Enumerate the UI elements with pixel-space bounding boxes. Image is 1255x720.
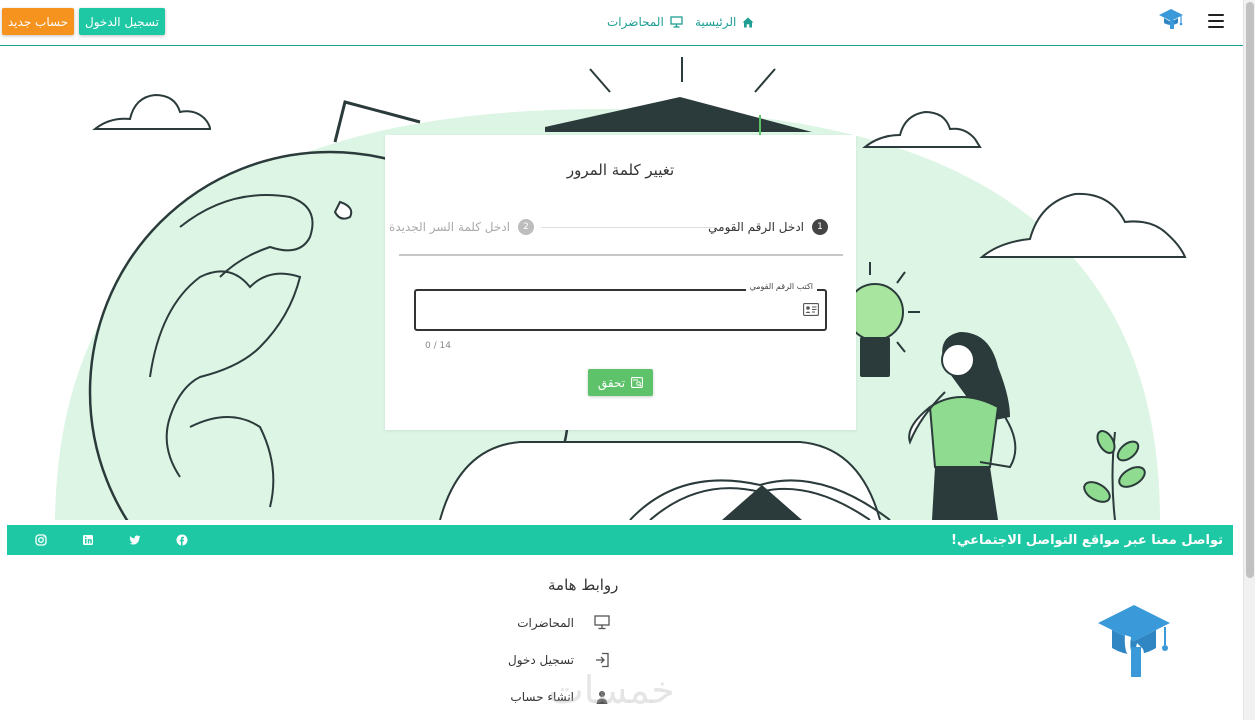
stepper-step-1[interactable]: 1 ادخل الرقم القومي [708, 219, 828, 235]
home-icon [742, 17, 754, 27]
page-scrollbar[interactable] [1243, 0, 1255, 720]
stepper-connector [541, 227, 717, 228]
character-counter: 0 / 14 [425, 341, 451, 351]
login-button[interactable]: تسجيل الدخول [79, 8, 165, 35]
verify-button[interactable]: تحقق [588, 369, 653, 396]
monitor-icon [670, 16, 683, 28]
facebook-icon[interactable] [176, 534, 188, 546]
twitter-icon[interactable] [129, 534, 141, 546]
instagram-icon[interactable] [35, 534, 47, 546]
nav-lectures-label: المحاضرات [607, 15, 664, 29]
nav-home-link[interactable]: الرئيسية [695, 14, 754, 30]
step-1-number: 1 [812, 219, 828, 235]
register-button[interactable]: حساب جديد [2, 8, 74, 35]
monitor-icon [594, 615, 610, 630]
id-card-icon [803, 303, 819, 316]
step-2-number: 2 [518, 219, 534, 235]
footer-link-lectures-label: المحاضرات [517, 615, 574, 630]
login-icon [596, 652, 609, 668]
nav-lectures-link[interactable]: المحاضرات [607, 14, 683, 30]
nav-home-label: الرئيسية [695, 15, 737, 29]
footer-link-login-label: تسجيل دخول [508, 653, 574, 667]
national-id-label: اكتب الرقم القومي [745, 282, 817, 291]
important-links-title: روابط هامة [548, 576, 619, 594]
step-1-label: ادخل الرقم القومي [708, 220, 804, 234]
step-2-label: ادخل كلمة السر الجديدة [389, 220, 510, 234]
footer-link-lectures[interactable]: المحاضرات [500, 615, 610, 630]
verify-label: تحقق [597, 375, 626, 390]
national-id-input[interactable] [422, 299, 792, 321]
graduation-cap-logo-icon[interactable] [1158, 6, 1184, 32]
verify-search-icon [631, 377, 644, 388]
stepper-divider [399, 254, 843, 256]
card-title: تغيير كلمة المرور [566, 161, 675, 179]
linkedin-icon[interactable] [82, 534, 94, 546]
social-media-bar: تواصل معنا عبر مواقع التواصل الاجتماعي! [7, 525, 1233, 555]
hamburger-menu-icon[interactable] [1208, 14, 1224, 28]
footer-link-login[interactable]: تسجيل دخول [500, 652, 610, 668]
change-password-card: تغيير كلمة المرور 1 ادخل الرقم القومي 2 … [385, 135, 856, 430]
watermark: خمسات [548, 668, 675, 712]
national-id-field[interactable]: اكتب الرقم القومي [414, 282, 827, 331]
top-navbar: حساب جديد تسجيل الدخول المحاضرات الرئيسي… [0, 0, 1243, 46]
stepper-step-2[interactable]: 2 ادخل كلمة السر الجديدة [389, 219, 534, 235]
graduation-cap-logo-icon [1098, 605, 1170, 677]
scrollbar-thumb[interactable] [1246, 2, 1254, 578]
social-bar-text: تواصل معنا عبر مواقع التواصل الاجتماعي! [951, 533, 1223, 548]
